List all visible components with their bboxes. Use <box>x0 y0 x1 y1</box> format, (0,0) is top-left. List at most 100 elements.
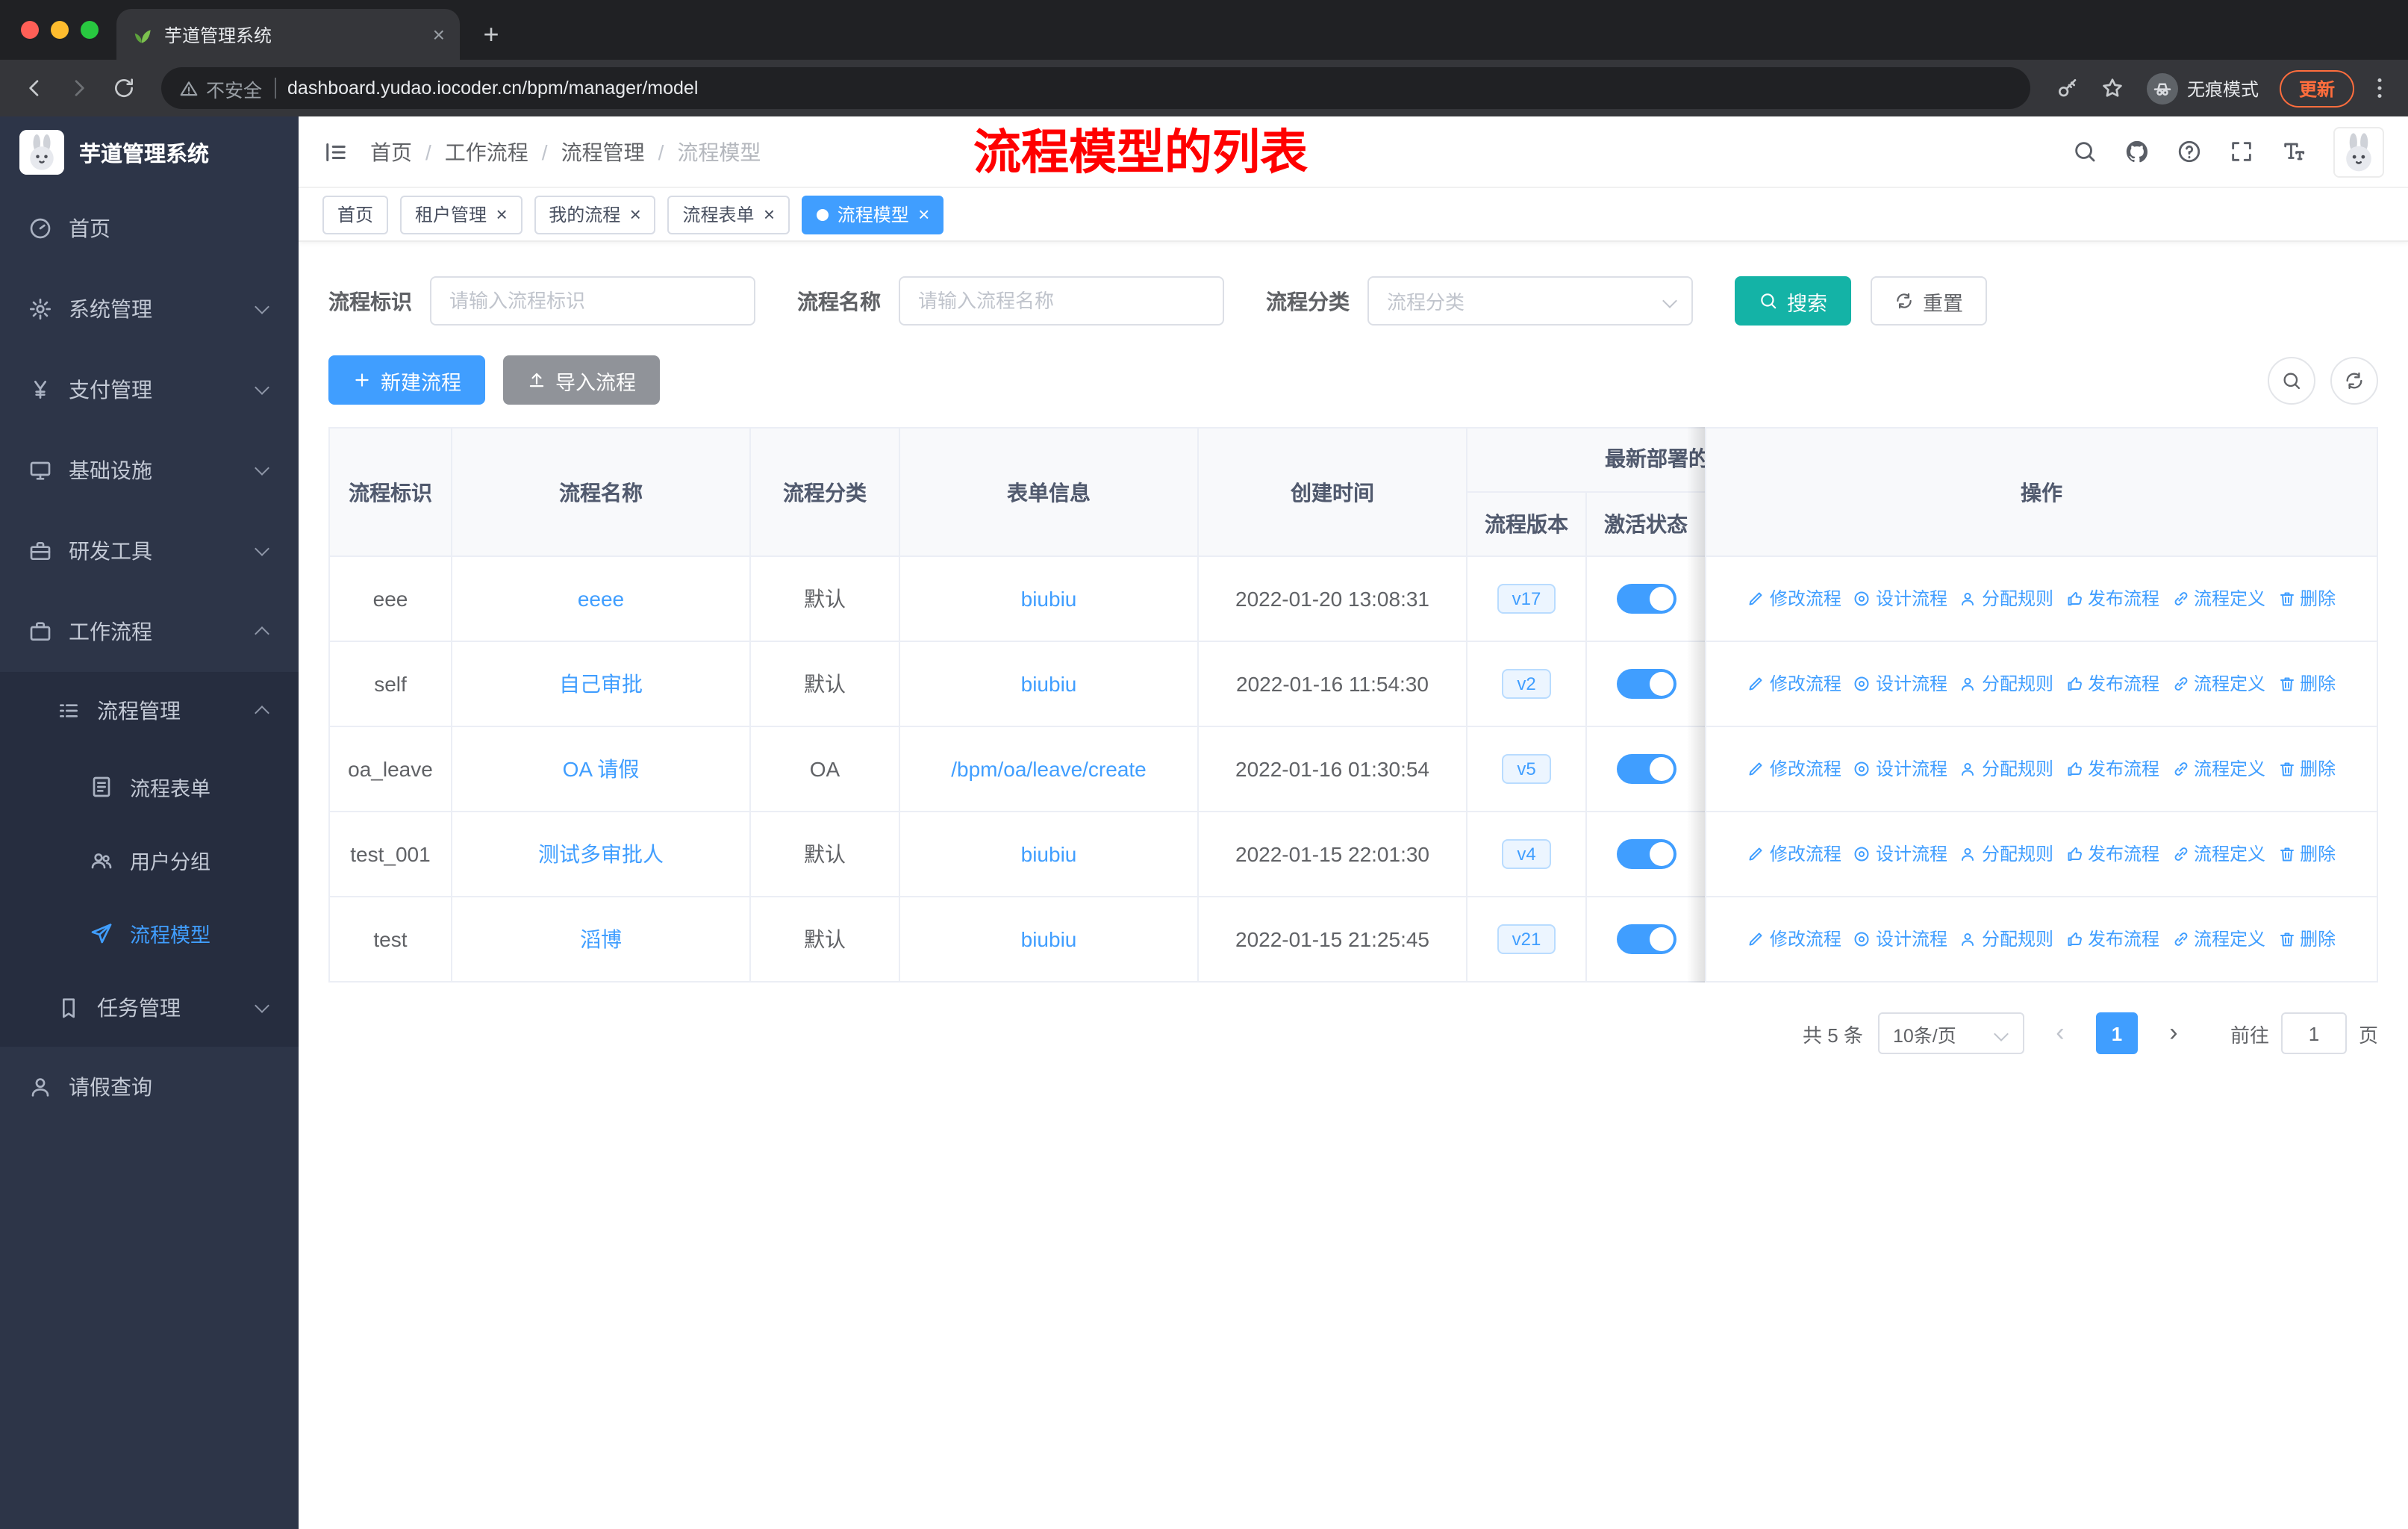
help-icon[interactable] <box>2177 139 2202 164</box>
view-tab-tenant[interactable]: 租户管理 <box>400 195 523 234</box>
current-page[interactable]: 1 <box>2095 1012 2138 1054</box>
page-size-select[interactable]: 10条/页 <box>1877 1012 2024 1054</box>
back-button[interactable] <box>15 69 54 108</box>
form-info-link[interactable]: biubiu <box>1021 842 1077 866</box>
publish-process-action[interactable]: 发布流程 <box>2065 927 2159 952</box>
sidebar-item-devtools[interactable]: 研发工具 <box>0 511 299 591</box>
prev-page-button[interactable]: ‹ <box>2039 1012 2081 1054</box>
sidebar-item-process-management[interactable]: 流程管理 <box>0 672 299 750</box>
publish-process-action[interactable]: 发布流程 <box>2065 756 2159 782</box>
sidebar-item-process-model[interactable]: 流程模型 <box>0 896 299 969</box>
bookmark-star-icon[interactable] <box>2100 76 2124 100</box>
font-size-icon[interactable] <box>2281 139 2306 164</box>
sidebar-item-system[interactable]: 系统管理 <box>0 269 299 349</box>
password-key-icon[interactable] <box>2056 76 2080 100</box>
github-icon[interactable] <box>2124 139 2150 164</box>
assign-rule-action[interactable]: 分配规则 <box>1959 927 2053 952</box>
process-name-link[interactable]: eeee <box>578 587 624 611</box>
modify-process-action[interactable]: 修改流程 <box>1747 586 1841 611</box>
design-process-action[interactable]: 设计流程 <box>1853 756 1947 782</box>
breadcrumb-item[interactable]: 流程模型 <box>645 137 761 166</box>
version-badge[interactable]: v21 <box>1497 924 1556 954</box>
version-badge[interactable]: v4 <box>1502 839 1551 869</box>
user-avatar[interactable] <box>2333 126 2384 177</box>
close-icon[interactable] <box>496 205 507 224</box>
process-id-input[interactable] <box>430 276 755 326</box>
tab-close-icon[interactable] <box>433 24 445 45</box>
version-badge[interactable]: v2 <box>1502 669 1551 699</box>
delete-action[interactable]: 删除 <box>2277 841 2336 867</box>
close-icon[interactable] <box>764 205 775 224</box>
form-info-link[interactable]: biubiu <box>1021 587 1077 611</box>
sidebar-item-leave-query[interactable]: 请假查询 <box>0 1047 299 1127</box>
sidebar-item-user-group[interactable]: 用户分组 <box>0 823 299 896</box>
goto-page-input[interactable] <box>2280 1012 2347 1054</box>
process-name-link[interactable]: OA 请假 <box>563 757 640 781</box>
active-toggle[interactable] <box>1616 669 1676 699</box>
sidebar-item-payment[interactable]: 支付管理 <box>0 349 299 430</box>
sidebar-fold-icon[interactable] <box>322 138 349 165</box>
view-tab-home[interactable]: 首页 <box>322 195 389 234</box>
active-toggle[interactable] <box>1616 584 1676 614</box>
design-process-action[interactable]: 设计流程 <box>1853 841 1947 867</box>
form-info-link[interactable]: biubiu <box>1021 927 1077 951</box>
forward-button[interactable] <box>60 69 99 108</box>
category-select[interactable]: 流程分类 <box>1367 276 1693 326</box>
view-tab-my-process[interactable]: 我的流程 <box>534 195 656 234</box>
modify-process-action[interactable]: 修改流程 <box>1747 671 1841 697</box>
assign-rule-action[interactable]: 分配规则 <box>1959 756 2053 782</box>
reset-button[interactable]: 重置 <box>1871 276 1987 326</box>
import-process-button[interactable]: 导入流程 <box>503 355 660 405</box>
browser-update-button[interactable]: 更新 <box>2279 69 2354 107</box>
delete-action[interactable]: 删除 <box>2277 756 2336 782</box>
refresh-table-button[interactable] <box>2330 356 2378 404</box>
publish-process-action[interactable]: 发布流程 <box>2065 586 2159 611</box>
search-button[interactable]: 搜索 <box>1735 276 1851 326</box>
assign-rule-action[interactable]: 分配规则 <box>1959 841 2053 867</box>
delete-action[interactable]: 删除 <box>2277 586 2336 611</box>
modify-process-action[interactable]: 修改流程 <box>1747 927 1841 952</box>
delete-action[interactable]: 删除 <box>2277 671 2336 697</box>
close-icon[interactable] <box>918 205 929 224</box>
process-definition-action[interactable]: 流程定义 <box>2171 586 2265 611</box>
breadcrumb-item[interactable]: 工作流程 <box>412 137 528 166</box>
fullscreen-icon[interactable] <box>2229 139 2254 164</box>
publish-process-action[interactable]: 发布流程 <box>2065 841 2159 867</box>
close-icon[interactable] <box>629 205 640 224</box>
next-page-button[interactable]: › <box>2152 1012 2195 1054</box>
breadcrumb-item[interactable]: 首页 <box>370 137 412 166</box>
process-definition-action[interactable]: 流程定义 <box>2171 841 2265 867</box>
view-tab-process-form[interactable]: 流程表单 <box>667 195 790 234</box>
modify-process-action[interactable]: 修改流程 <box>1747 756 1841 782</box>
process-name-link[interactable]: 滔博 <box>580 927 622 951</box>
close-window-button[interactable] <box>21 21 39 39</box>
design-process-action[interactable]: 设计流程 <box>1853 671 1947 697</box>
process-definition-action[interactable]: 流程定义 <box>2171 756 2265 782</box>
sidebar-item-task-management[interactable]: 任务管理 <box>0 969 299 1047</box>
reload-button[interactable] <box>105 69 143 108</box>
delete-action[interactable]: 删除 <box>2277 927 2336 952</box>
assign-rule-action[interactable]: 分配规则 <box>1959 671 2053 697</box>
address-bar[interactable]: 不安全 dashboard.yudao.iocoder.cn/bpm/manag… <box>161 67 2030 109</box>
sidebar-item-infrastructure[interactable]: 基础设施 <box>0 430 299 511</box>
process-name-link[interactable]: 自己审批 <box>559 672 643 696</box>
browser-menu-icon[interactable] <box>2366 75 2393 102</box>
active-toggle[interactable] <box>1616 839 1676 869</box>
version-badge[interactable]: v5 <box>1502 754 1551 784</box>
form-info-link[interactable]: biubiu <box>1021 672 1077 696</box>
publish-process-action[interactable]: 发布流程 <box>2065 671 2159 697</box>
process-name-link[interactable]: 测试多审批人 <box>538 842 664 866</box>
version-badge[interactable]: v17 <box>1497 584 1556 614</box>
breadcrumb-item[interactable]: 流程管理 <box>528 137 645 166</box>
modify-process-action[interactable]: 修改流程 <box>1747 841 1841 867</box>
assign-rule-action[interactable]: 分配规则 <box>1959 586 2053 611</box>
search-icon[interactable] <box>2072 139 2097 164</box>
sidebar-item-process-form[interactable]: 流程表单 <box>0 750 299 823</box>
zoom-window-button[interactable] <box>81 21 99 39</box>
sidebar-item-workflow[interactable]: 工作流程 <box>0 591 299 672</box>
design-process-action[interactable]: 设计流程 <box>1853 586 1947 611</box>
view-tab-process-model[interactable]: 流程模型 <box>801 195 944 234</box>
active-toggle[interactable] <box>1616 754 1676 784</box>
minimize-window-button[interactable] <box>51 21 69 39</box>
form-info-link[interactable]: /bpm/oa/leave/create <box>951 757 1147 781</box>
